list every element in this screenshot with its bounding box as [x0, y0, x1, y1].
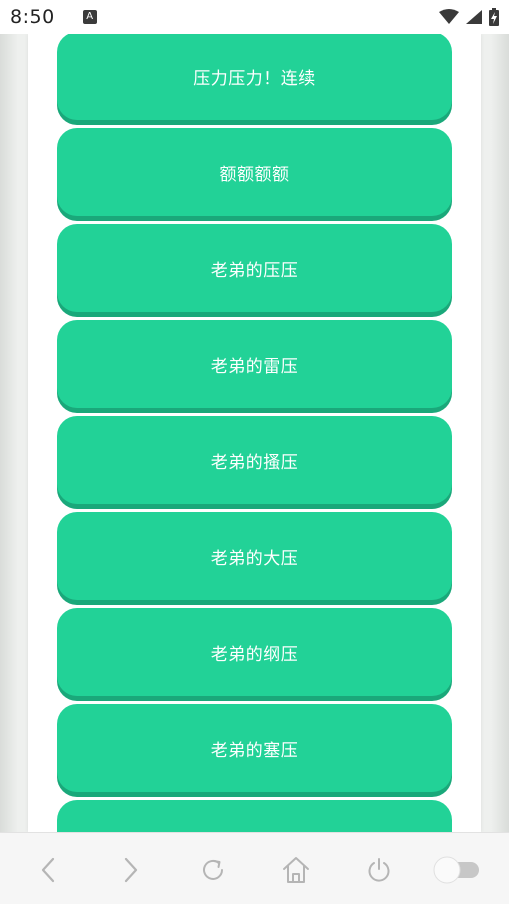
action-button-7[interactable]: 老弟的纲压 — [57, 608, 452, 696]
wifi-icon — [439, 9, 459, 24]
battery-charging-icon — [489, 8, 499, 26]
power-button[interactable] — [364, 855, 394, 885]
content-card: 压力压力！连续 额额额额 老弟的压压 老弟的雷压 老弟的搔压 老弟的大压 老弟的… — [28, 34, 481, 832]
back-icon — [41, 857, 55, 883]
forward-button[interactable] — [116, 855, 146, 885]
refresh-button[interactable] — [198, 855, 228, 885]
toggle-switch-icon — [433, 856, 479, 884]
action-button-5[interactable]: 老弟的搔压 — [57, 416, 452, 504]
action-button-3[interactable]: 老弟的压压 — [57, 224, 452, 312]
power-icon — [368, 858, 390, 882]
browser-nav-bar — [0, 832, 509, 904]
home-icon — [283, 857, 309, 883]
action-button-8[interactable]: 老弟的塞压 — [57, 704, 452, 792]
action-button-4[interactable]: 老弟的雷压 — [57, 320, 452, 408]
action-button-2[interactable]: 额额额额 — [57, 128, 452, 216]
forward-icon — [124, 857, 138, 883]
webview-area: 压力压力！连续 额额额额 老弟的压压 老弟的雷压 老弟的搔压 老弟的大压 老弟的… — [0, 34, 509, 832]
home-button[interactable] — [281, 855, 311, 885]
status-time: 8:50 — [10, 6, 55, 28]
notification-icon: A — [82, 10, 97, 24]
action-button-6[interactable]: 老弟的大压 — [57, 512, 452, 600]
action-button-9[interactable] — [57, 800, 452, 832]
toggle-switch[interactable] — [430, 855, 482, 885]
action-button-1[interactable]: 压力压力！连续 — [57, 34, 452, 120]
refresh-icon — [203, 859, 223, 880]
signal-icon — [466, 10, 482, 24]
back-button[interactable] — [33, 855, 63, 885]
status-icons — [439, 8, 499, 26]
status-bar: 8:50 A — [0, 0, 509, 34]
